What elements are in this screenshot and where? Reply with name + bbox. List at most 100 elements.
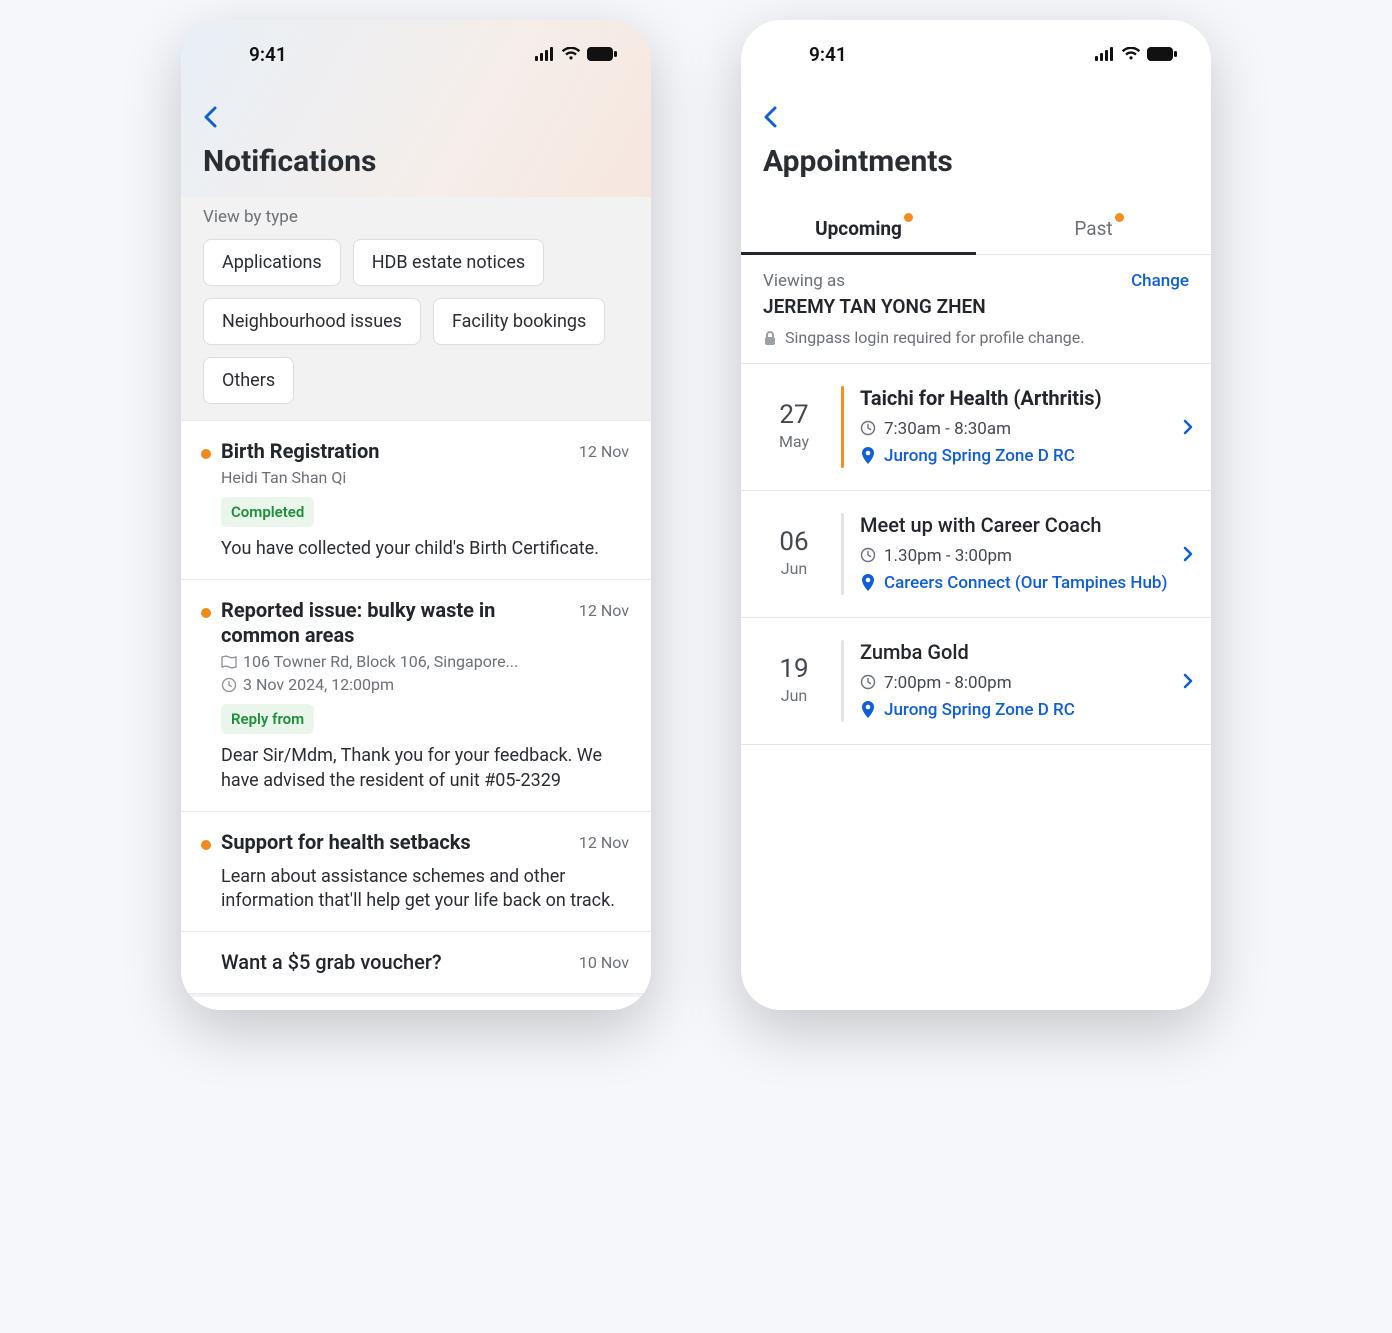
filter-chip-hdb[interactable]: HDB estate notices [353,239,544,286]
notification-body: Learn about assistance schemes and other… [221,865,629,914]
appointment-divider [841,513,844,595]
unread-dot-icon [201,840,211,850]
chevron-left-icon [203,106,217,128]
wifi-icon [1121,47,1141,61]
appointment-item[interactable]: 27 May Taichi for Health (Arthritis) 7:3… [741,364,1211,491]
chevron-left-icon [763,106,777,128]
notification-item[interactable]: Want a $5 grab voucher? 10 Nov [181,932,651,994]
appointment-date: 19 Jun [763,640,825,722]
filter-label: View by type [203,207,629,227]
appointment-item[interactable]: 06 Jun Meet up with Career Coach 1.30pm … [741,491,1211,618]
appointment-month: May [763,432,825,451]
notification-timestamp-text: 3 Nov 2024, 12:00pm [243,675,394,694]
change-link[interactable]: Change [1131,271,1189,291]
status-icons [1095,47,1183,61]
notification-location-text: 106 Towner Rd, Block 106, Singapore... [243,652,518,671]
appointment-divider [841,640,844,722]
notification-date: 10 Nov [579,950,629,972]
appointment-location[interactable]: Jurong Spring Zone D RC [860,699,1179,722]
notification-title: Want a $5 grab voucher? [221,950,442,975]
appointment-day: 19 [763,656,825,682]
notification-item[interactable]: Support for health setbacks 12 Nov Learn… [181,812,651,933]
appointment-month: Jun [763,686,825,705]
appointment-item[interactable]: 19 Jun Zumba Gold 7:00pm - 8:00pm Jurong… [741,618,1211,745]
filter-chip-neighbourhood[interactable]: Neighbourhood issues [203,298,421,345]
appointment-time-text: 1.30pm - 3:00pm [884,545,1012,568]
appointment-main: Zumba Gold 7:00pm - 8:00pm Jurong Spring… [860,640,1179,722]
notification-list: Birth Registration 12 Nov Heidi Tan Shan… [181,420,651,994]
notification-item[interactable]: Reported issue: bulky waste in common ar… [181,580,651,812]
appointment-divider [841,386,844,468]
notification-title: Reported issue: bulky waste in common ar… [221,598,521,648]
status-badge: Reply from [221,704,314,734]
pin-icon [860,701,876,719]
cellular-icon [535,47,555,61]
filter-chip-facility[interactable]: Facility bookings [433,298,605,345]
viewing-as-label: Viewing as [763,271,845,291]
unread-dot-icon [201,449,211,459]
page-title: Notifications [181,138,651,197]
back-row [741,76,1211,138]
appointment-main: Taichi for Health (Arthritis) 7:30am - 8… [860,386,1179,468]
filter-chip-applications[interactable]: Applications [203,239,341,286]
wifi-icon [561,47,581,61]
appointment-date: 27 May [763,386,825,468]
tab-upcoming-label: Upcoming [815,217,902,240]
appointment-day: 06 [763,529,825,555]
appointment-title: Taichi for Health (Arthritis) [860,386,1179,410]
tab-upcoming[interactable]: Upcoming [741,203,976,254]
appointment-date: 06 Jun [763,513,825,595]
notification-date: 12 Nov [579,830,629,852]
left-body: View by type Applications HDB estate not… [181,197,651,997]
page-title: Appointments [741,138,1211,197]
back-row [181,76,651,138]
status-bar: 9:41 [741,20,1211,76]
notification-date: 12 Nov [579,598,629,620]
notification-title: Birth Registration [221,439,379,464]
viewing-note-text: Singpass login required for profile chan… [785,328,1084,347]
viewing-as-block: Viewing as Change JEREMY TAN YONG ZHEN S… [741,255,1211,364]
appointment-location-text: Jurong Spring Zone D RC [884,699,1075,722]
battery-icon [587,47,617,61]
appointment-location[interactable]: Careers Connect (Our Tampines Hub) [860,572,1179,595]
map-icon [221,654,237,670]
appointment-title: Meet up with Career Coach [860,513,1179,537]
tabs: Upcoming Past [741,203,1211,255]
appointment-time: 1.30pm - 3:00pm [860,545,1179,568]
notification-title: Support for health setbacks [221,830,471,855]
status-time: 9:41 [209,43,287,66]
back-button[interactable] [763,106,777,128]
notification-date: 12 Nov [579,439,629,461]
filter-chips: Applications HDB estate notices Neighbou… [203,239,629,404]
lock-icon [763,330,777,346]
notification-body: You have collected your child's Birth Ce… [221,537,629,561]
chevron-right-icon [1179,546,1197,562]
unread-dot-icon [201,608,211,618]
viewing-as-name: JEREMY TAN YONG ZHEN [763,295,1189,318]
status-bar: 9:41 [181,20,651,76]
filter-chip-others[interactable]: Others [203,357,294,404]
chevron-right-icon [1179,419,1197,435]
notification-location: 106 Towner Rd, Block 106, Singapore... [221,652,629,671]
filter-section: View by type Applications HDB estate not… [181,197,651,420]
status-icons [535,47,623,61]
appointment-title: Zumba Gold [860,640,1179,664]
tab-past[interactable]: Past [976,203,1211,254]
notification-item[interactable]: Birth Registration 12 Nov Heidi Tan Shan… [181,421,651,580]
battery-icon [1147,47,1177,61]
appointment-time-text: 7:00pm - 8:00pm [884,672,1012,695]
tab-past-label: Past [1074,217,1112,240]
appointment-location[interactable]: Jurong Spring Zone D RC [860,445,1179,468]
appointment-time: 7:00pm - 8:00pm [860,672,1179,695]
clock-icon [860,547,876,563]
notification-timestamp: 3 Nov 2024, 12:00pm [221,675,629,694]
notification-body: Dear Sir/Mdm, Thank you for your feedbac… [221,744,629,793]
clock-icon [860,420,876,436]
pin-icon [860,447,876,465]
phone-appointments: 9:41 Appointments Upcoming Past Viewing … [741,20,1211,1010]
appointment-location-text: Careers Connect (Our Tampines Hub) [884,572,1167,595]
back-button[interactable] [203,106,217,128]
appointment-day: 27 [763,402,825,428]
phone-notifications: 9:41 Notifications View by type Applicat… [181,20,651,1010]
chevron-right-icon [1179,673,1197,689]
